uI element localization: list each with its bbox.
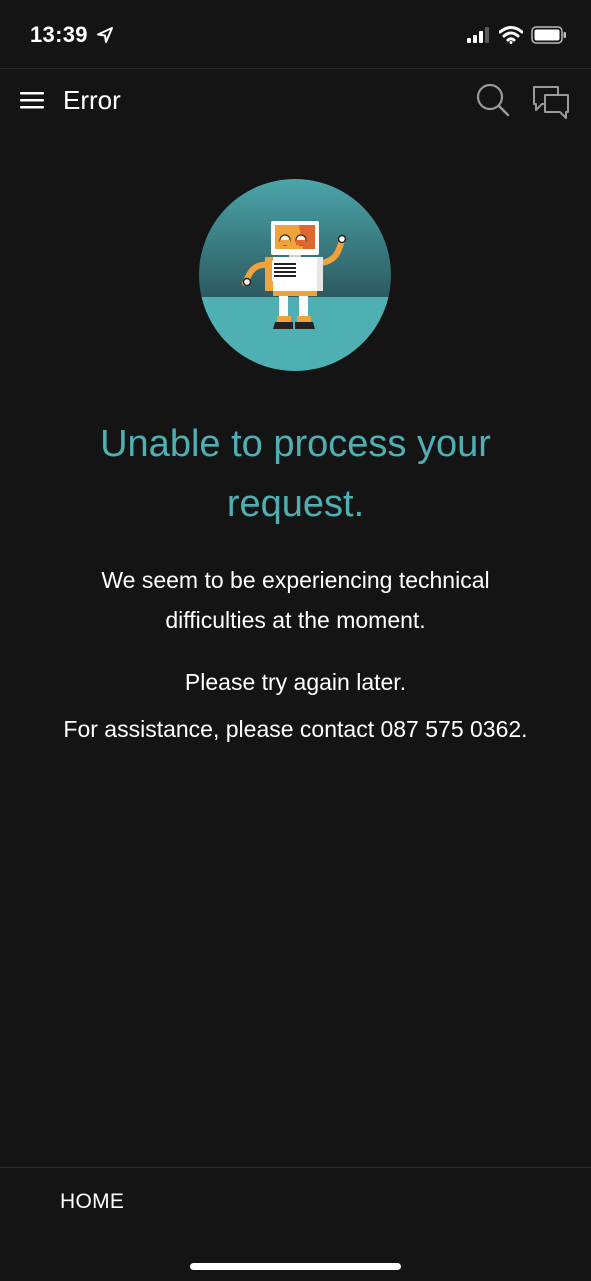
- cellular-signal-icon: [467, 27, 489, 43]
- app-bar: Error: [0, 69, 591, 133]
- hamburger-menu-icon[interactable]: [20, 90, 44, 110]
- location-arrow-icon: [97, 27, 113, 43]
- error-heading: Unable to process your request.: [100, 423, 491, 525]
- wifi-icon: [499, 26, 523, 44]
- status-bar: 13:39: [0, 0, 591, 69]
- bottom-nav: HOME: [0, 1167, 591, 1281]
- assistance-message: For assistance, please contact 087 575 0…: [63, 716, 528, 742]
- chat-bubbles-icon[interactable]: [531, 84, 571, 120]
- retry-message: Please try again later.: [184, 669, 407, 695]
- search-icon[interactable]: [475, 82, 511, 118]
- home-button[interactable]: HOME: [60, 1190, 124, 1214]
- status-time: 13:39: [30, 22, 88, 47]
- robot-illustration: [199, 179, 391, 371]
- status-icons: [467, 24, 567, 46]
- page-title: Error: [63, 85, 121, 115]
- battery-icon: [531, 26, 566, 44]
- error-message: We seem to be experiencing technical dif…: [101, 567, 490, 633]
- home-indicator[interactable]: [190, 1263, 401, 1270]
